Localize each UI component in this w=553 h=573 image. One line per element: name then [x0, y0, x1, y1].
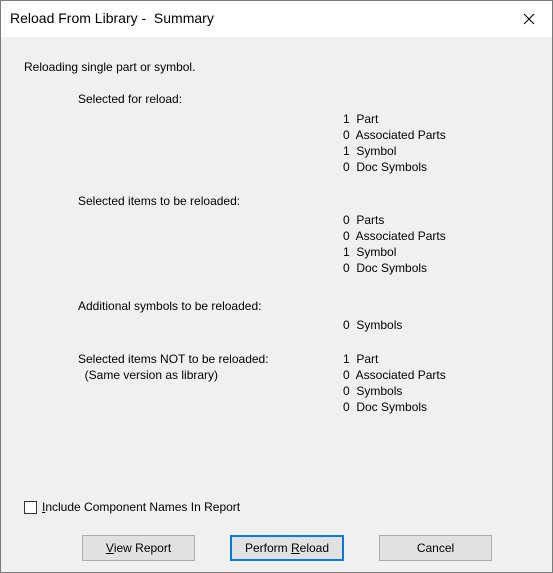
value-item: 0 Associated Parts: [343, 128, 446, 142]
section-label-items-not-reloaded: Selected items NOT to be reloaded:: [78, 352, 269, 366]
close-icon: [523, 13, 535, 25]
value-item: 1 Symbol: [343, 144, 397, 158]
section-values-items-to-be-reloaded: 0 Parts 0 Associated Parts 1 Symbol 0 Do…: [343, 212, 446, 276]
value-item: 0 Symbols: [343, 384, 403, 398]
section-values-selected-for-reload: 1 Part 0 Associated Parts 1 Symbol 0 Doc…: [343, 111, 446, 175]
window-title: Reload From Library - Summary: [10, 10, 214, 26]
section-values-items-not-reloaded: 1 Part 0 Associated Parts 0 Symbols 0 Do…: [343, 351, 446, 415]
value-item: 0 Parts: [343, 213, 385, 227]
section-label-items-to-be-reloaded: Selected items to be reloaded:: [78, 194, 241, 208]
section-values-additional-symbols: 0 Symbols: [343, 317, 402, 333]
value-item: 0 Doc Symbols: [343, 160, 428, 174]
section-sublabel-same-version: (Same version as library): [78, 368, 219, 382]
cancel-button[interactable]: Cancel: [379, 535, 492, 561]
mnemonic-letter: R: [290, 541, 300, 555]
title-bar: Reload From Library - Summary: [1, 1, 552, 37]
value-item: 1 Part: [343, 352, 379, 366]
button-label-rest: iew Report: [113, 541, 172, 555]
include-component-names-checkbox[interactable]: [24, 500, 37, 514]
include-component-names-option[interactable]: Include Component Names In Report: [24, 499, 240, 515]
include-component-names-label: Include Component Names In Report: [42, 500, 240, 514]
perform-reload-button[interactable]: Perform Reload: [230, 535, 344, 561]
value-item: 0 Symbols: [343, 318, 403, 332]
label-rest: nclude Component Names In Report: [45, 500, 241, 514]
value-item: 0 Associated Parts: [343, 229, 446, 243]
intro-text: Reloading single part or symbol.: [24, 60, 196, 74]
dialog-client-area: Reloading single part or symbol. Selecte…: [1, 37, 552, 572]
section-label-additional-symbols: Additional symbols to be reloaded:: [78, 299, 262, 313]
value-item: 0 Doc Symbols: [343, 261, 428, 275]
close-button[interactable]: [506, 1, 552, 37]
value-item: 0 Associated Parts: [343, 368, 446, 382]
value-item: 1 Symbol: [343, 245, 397, 259]
button-label: Cancel: [416, 541, 455, 555]
mnemonic-letter: V: [105, 541, 114, 555]
section-label-selected-for-reload: Selected for reload:: [78, 92, 183, 106]
value-item: 1 Part: [343, 112, 379, 126]
view-report-button[interactable]: View Report: [82, 535, 195, 561]
button-label-rest: eload: [299, 541, 330, 555]
value-item: 0 Doc Symbols: [343, 400, 428, 414]
dialog-window: Reload From Library - Summary Reloading …: [0, 0, 553, 573]
button-label-start: Perform: [244, 541, 291, 555]
